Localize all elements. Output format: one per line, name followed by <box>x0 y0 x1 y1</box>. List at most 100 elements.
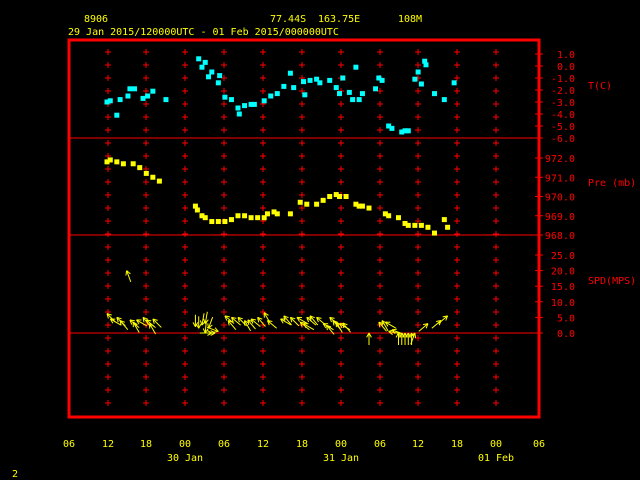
temp-point <box>346 89 352 95</box>
wind-speed-tick-label: 0.0 <box>557 329 575 340</box>
temp-point <box>412 76 418 82</box>
pressure-point <box>194 207 200 213</box>
pressure-point <box>228 217 234 223</box>
temp-point <box>132 86 138 92</box>
temp-point <box>196 56 202 62</box>
temp-point <box>291 85 297 91</box>
pressure-point <box>441 217 447 223</box>
x-tick-label: 12 <box>102 439 114 450</box>
temp-point <box>114 112 120 118</box>
temperature-axis-label: T(C) <box>588 81 612 92</box>
temp-point <box>107 98 113 104</box>
temp-point <box>206 74 212 80</box>
pressure-point <box>156 178 162 184</box>
pressure-point <box>264 211 270 217</box>
temp-point <box>202 59 208 65</box>
x-tick-label: 12 <box>257 439 269 450</box>
temp-point <box>340 75 346 81</box>
x-date-label: 30 Jan <box>167 453 203 464</box>
pressure-point <box>137 165 143 171</box>
temp-point <box>117 97 123 103</box>
wind-speed-tick-label: 25.0 <box>551 251 575 262</box>
pressure-tick-label: 969.0 <box>545 212 575 223</box>
temp-point <box>317 80 323 86</box>
pressure-point <box>395 215 401 221</box>
pressure-point <box>130 161 136 167</box>
temp-point <box>150 88 156 94</box>
temp-point <box>251 101 257 107</box>
temp-point <box>235 105 241 111</box>
temp-point <box>353 64 359 70</box>
pressure-point <box>274 211 280 217</box>
pressure-point <box>445 224 451 230</box>
temp-point <box>199 64 205 70</box>
temp-point <box>301 79 306 85</box>
x-tick-label: 06 <box>218 439 230 450</box>
x-tick-label: 00 <box>335 439 347 450</box>
temp-point <box>337 91 343 97</box>
x-tick-label: 06 <box>374 439 386 450</box>
pressure-point <box>432 230 437 236</box>
pressure-tick-label: 968.0 <box>545 231 575 242</box>
temp-point <box>236 111 242 117</box>
pressure-point <box>327 194 333 199</box>
pressure-point <box>405 222 411 228</box>
x-tick-label: 06 <box>533 439 545 450</box>
x-tick-label: 00 <box>179 439 191 450</box>
x-tick-label: 12 <box>412 439 424 450</box>
temperature-tick-label: 1.0 <box>557 50 575 61</box>
pressure-point <box>343 194 349 199</box>
temp-point <box>418 81 424 87</box>
temp-point <box>217 73 223 79</box>
wind-speed-axis-label: SPD(MPS) <box>588 276 636 287</box>
temp-point <box>350 97 356 103</box>
temp-point <box>451 80 457 86</box>
pressure-point <box>425 224 431 230</box>
pressure-point <box>412 222 418 228</box>
temp-point <box>242 103 248 109</box>
pressure-point <box>314 201 320 207</box>
latitude: 77.44S <box>270 14 306 25</box>
meteogram: 8906 77.44S 163.75E 108M 29 Jan 2015/120… <box>0 0 640 480</box>
temp-point <box>379 77 385 83</box>
pressure-point <box>114 159 120 165</box>
pressure-tick-label: 970.0 <box>545 193 575 204</box>
temp-point <box>127 86 133 92</box>
pressure-point <box>107 157 113 163</box>
pressure-point <box>202 215 208 221</box>
x-date-label: 31 Jan <box>323 453 359 464</box>
corner-label: 2 <box>12 469 18 480</box>
temp-point <box>287 70 293 76</box>
pressure-point <box>222 219 228 225</box>
pressure-point <box>255 215 261 221</box>
temp-point <box>359 91 365 97</box>
temperature-tick-label: -4.0 <box>551 110 575 121</box>
temp-point <box>327 77 333 83</box>
x-tick-label: 06 <box>63 439 75 450</box>
temp-point <box>441 97 447 103</box>
temp-point <box>215 80 221 86</box>
wind-speed-tick-label: 20.0 <box>551 267 575 278</box>
temp-point <box>125 93 131 99</box>
temp-point <box>405 128 411 134</box>
x-tick-label: 18 <box>296 439 308 450</box>
temp-point <box>389 125 395 131</box>
pressure-point <box>418 222 424 228</box>
temp-point <box>274 91 280 97</box>
pressure-point <box>297 199 303 205</box>
temperature-tick-label: 0.0 <box>557 62 575 73</box>
pressure-point <box>337 194 343 199</box>
temp-point <box>281 83 287 89</box>
pressure-point <box>242 213 248 219</box>
x-tick-label: 18 <box>140 439 152 450</box>
temp-point <box>415 69 421 75</box>
temp-point <box>423 62 429 68</box>
temp-point <box>163 97 169 103</box>
pressure-tick-label: 971.0 <box>545 173 575 184</box>
temp-point <box>333 85 339 91</box>
wind-speed-tick-label: 10.0 <box>551 298 575 309</box>
x-date-label: 01 Feb <box>478 453 514 464</box>
temp-point <box>302 92 308 98</box>
temp-point <box>228 97 234 103</box>
temp-point <box>432 91 437 97</box>
